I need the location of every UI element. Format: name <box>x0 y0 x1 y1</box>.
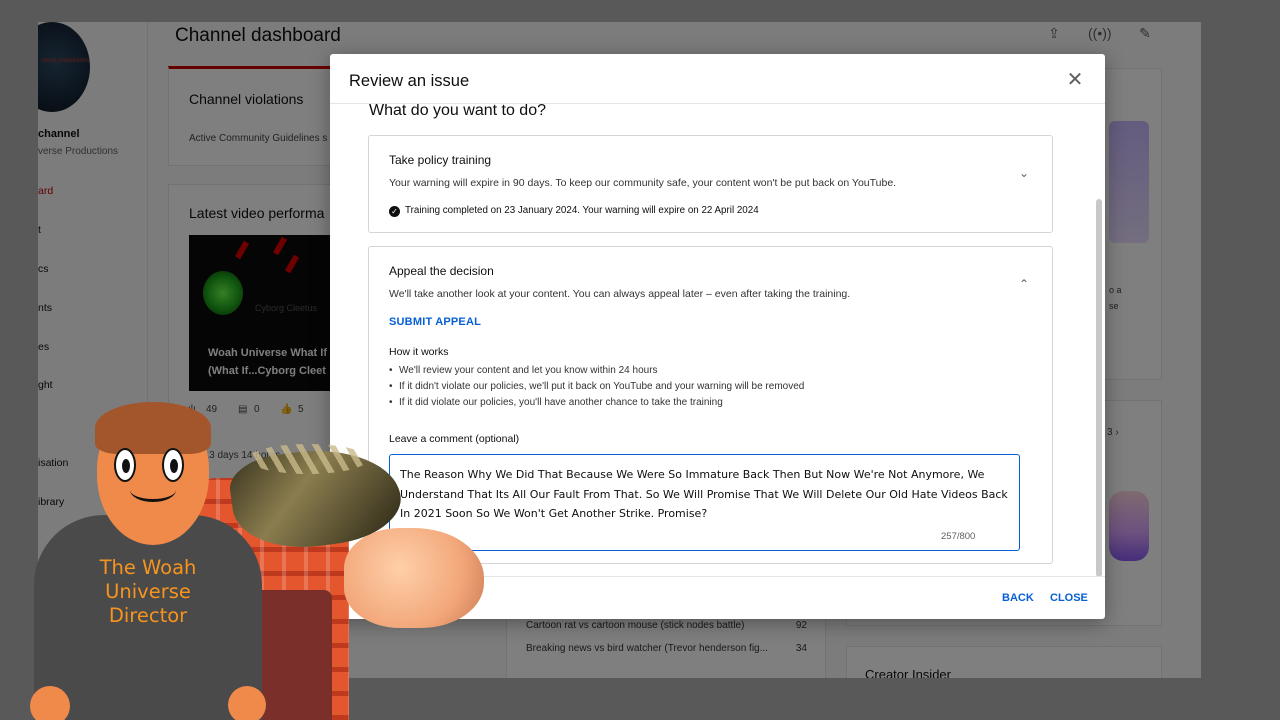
comment-label: Leave a comment (optional) <box>389 433 520 445</box>
godzilla-spikes <box>248 444 368 474</box>
appeal-option[interactable]: Appeal the decision We'll take another l… <box>368 246 1053 564</box>
pupil <box>122 459 130 473</box>
submit-appeal-button[interactable]: SUBMIT APPEAL <box>389 316 481 328</box>
chevron-down-icon[interactable]: ⌄ <box>1017 166 1031 180</box>
director-right-hand <box>228 686 266 720</box>
check-circle-icon: ✓ <box>389 206 400 217</box>
list-item: We'll review your content and let you kn… <box>389 365 658 376</box>
director-caption: The Woah Universe Director <box>99 556 197 627</box>
chevron-up-icon[interactable]: ⌃ <box>1017 277 1031 291</box>
close-icon[interactable]: ✕ <box>1065 70 1085 90</box>
character-count: 257/800 <box>941 531 976 542</box>
director-left-eye <box>114 448 136 482</box>
list-item: If it didn't violate our policies, we'll… <box>389 381 804 392</box>
raised-fist <box>344 528 484 628</box>
appeal-title: Appeal the decision <box>389 264 494 278</box>
close-button[interactable]: CLOSE <box>1050 592 1088 604</box>
policy-training-option[interactable]: Take policy training Your warning will e… <box>368 135 1053 233</box>
appeal-description: We'll take another look at your content.… <box>389 288 851 300</box>
director-right-eye <box>162 448 184 482</box>
comment-textarea[interactable] <box>389 454 1020 551</box>
dialog-body[interactable]: What do you want to do? Take policy trai… <box>330 104 1105 576</box>
pupil <box>170 459 178 473</box>
dialog-scrollbar[interactable] <box>1096 199 1102 577</box>
director-left-hand <box>30 686 70 720</box>
dialog-header: Review an issue ✕ <box>330 54 1105 104</box>
how-it-works-title: How it works <box>389 346 449 358</box>
training-completed-text: Training completed on 23 January 2024. Y… <box>405 205 759 216</box>
dialog-title: Review an issue <box>349 72 470 90</box>
list-item: If it did violate our policies, you'll h… <box>389 397 723 408</box>
director-smile <box>130 478 176 502</box>
training-title: Take policy training <box>389 153 492 167</box>
director-hair <box>95 402 211 454</box>
dialog-question: What do you want to do? <box>369 104 546 119</box>
training-description: Your warning will expire in 90 days. To … <box>389 177 897 189</box>
back-button[interactable]: BACK <box>1002 592 1034 604</box>
